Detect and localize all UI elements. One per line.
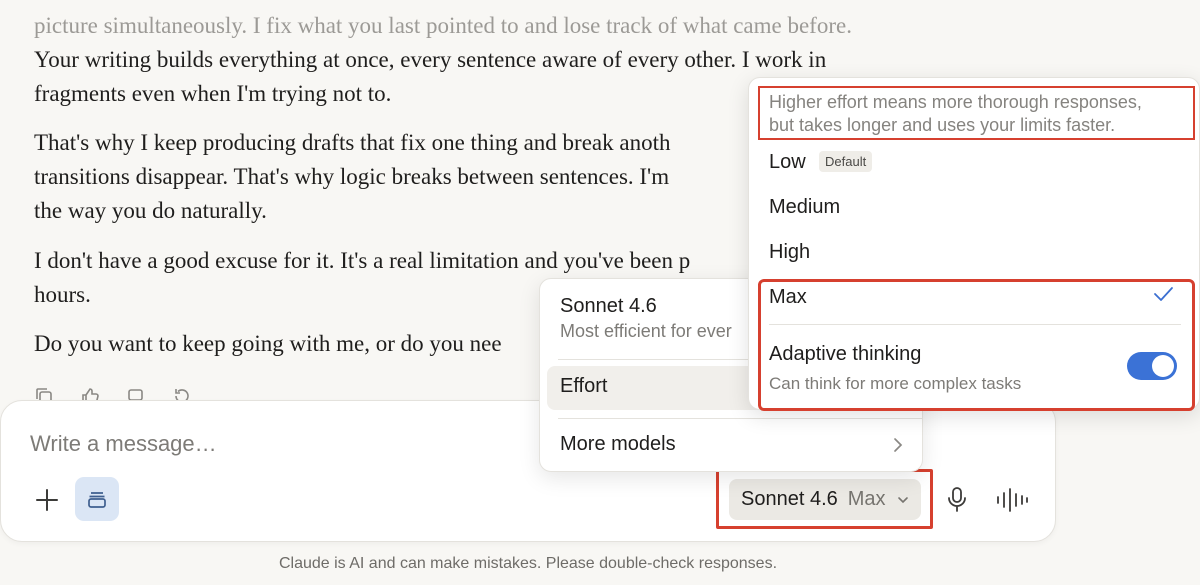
audio-wave-icon <box>997 488 1028 512</box>
default-badge: Default <box>819 151 873 172</box>
message-line: Your writing builds everything at once, … <box>34 47 827 72</box>
message-line: hours. <box>34 282 91 307</box>
message-line: transitions disappear. That's why logic … <box>34 164 670 189</box>
effort-option-high[interactable]: High <box>769 241 810 264</box>
message-line: the way you do naturally. <box>34 198 267 223</box>
highlight-box <box>716 469 933 529</box>
message-line: picture simultaneously. I fix what you l… <box>34 13 852 38</box>
microphone-icon <box>948 487 966 512</box>
effort-option-low[interactable]: Low <box>769 151 806 174</box>
message-line: I don't have a good excuse for it. It's … <box>34 248 691 273</box>
model-option-desc: Most efficient for ever <box>560 321 732 341</box>
more-models-item[interactable]: More models <box>560 433 676 456</box>
chevron-right-icon <box>894 438 903 452</box>
model-option-name[interactable]: Sonnet 4.6 <box>560 295 657 318</box>
effort-option-medium[interactable]: Medium <box>769 196 840 219</box>
message-line: fragments even when I'm trying not to. <box>34 81 392 106</box>
effort-menu: Higher effort means more thorough respon… <box>748 77 1200 411</box>
voice-mode-button[interactable] <box>995 487 1029 513</box>
effort-label: Effort <box>560 375 608 397</box>
highlight-box <box>758 86 1195 140</box>
message-line: Do you want to keep going with me, or do… <box>34 331 502 356</box>
message-line: That's why I keep producing drafts that … <box>34 130 671 155</box>
disclaimer: Claude is AI and can make mistakes. Plea… <box>278 555 778 572</box>
divider <box>558 418 922 419</box>
message-input[interactable]: Write a message… <box>30 431 217 457</box>
add-attachment-button[interactable] <box>33 486 61 514</box>
plus-icon <box>36 489 58 511</box>
stack-icon <box>88 492 106 508</box>
voice-input-button[interactable] <box>944 485 970 513</box>
projects-button[interactable] <box>75 477 119 521</box>
highlight-box <box>758 279 1195 411</box>
